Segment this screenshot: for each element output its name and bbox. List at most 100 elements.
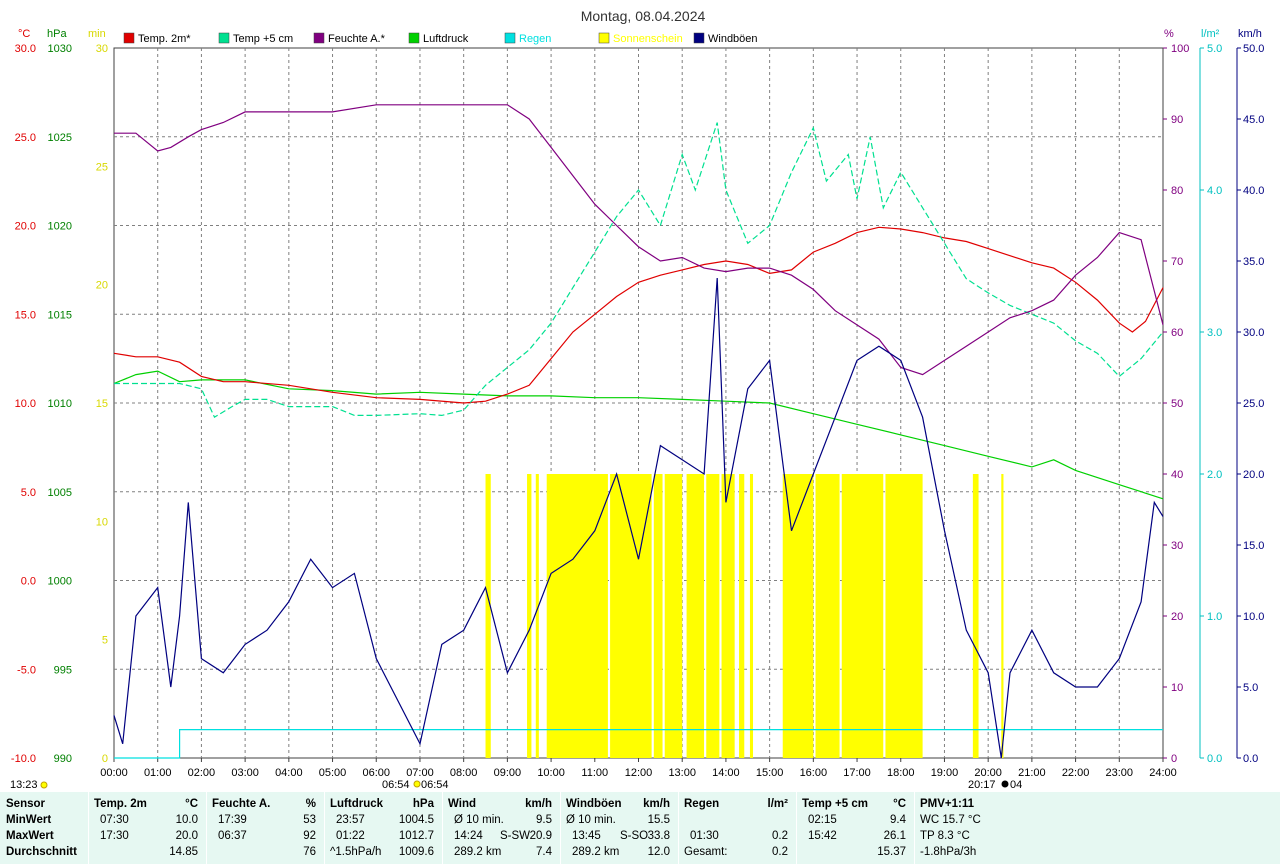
sun-tick-label: 5 xyxy=(102,635,108,647)
stats-regen: Regen l/m² 01:30 0.2 Gesamt: 0.2 xyxy=(684,792,794,864)
time-now: 13:23 xyxy=(10,779,38,791)
humidity-tick-label: 40 xyxy=(1171,469,1183,481)
pressure-tick-label: 1005 xyxy=(48,487,72,499)
legend-label: Luftdruck xyxy=(423,33,469,45)
x-tick-label: 09:00 xyxy=(494,767,522,779)
legend-swatch xyxy=(408,32,420,44)
stats-regen-title: Regen xyxy=(684,798,720,810)
x-tick-label: 21:00 xyxy=(1018,767,1046,779)
sunrise-label: 06:54 xyxy=(382,779,410,791)
unit-temp: °C xyxy=(18,28,30,40)
x-tick-label: 07:00 xyxy=(406,767,434,779)
stats-pmv-pressure-trend: -1.8hPa/3h xyxy=(920,846,977,858)
unit-sun: min xyxy=(88,28,106,40)
sun-tick-label: 30 xyxy=(96,43,108,55)
legend: Temp. 2m* Temp +5 cm Feuchte A.* Luftdruck R… xyxy=(123,32,758,45)
sunshine-bar xyxy=(815,474,840,758)
pressure-tick-label: 1030 xyxy=(48,43,72,55)
sunset-label: 20:17 xyxy=(968,779,996,791)
stats-feuchte-max-time: 06:37 xyxy=(218,830,247,842)
sunshine-bar xyxy=(706,474,720,758)
sunrise-label-2: 06:54 xyxy=(421,779,449,791)
stats-wind-avg: 7.4 xyxy=(536,846,552,858)
x-tick-label: 05:00 xyxy=(319,767,347,779)
stats-row-avg: Durchschnitt xyxy=(6,846,77,858)
x-tick-label: 10:00 xyxy=(537,767,565,779)
stats-feuchte-min: 53 xyxy=(303,814,316,826)
pressure-tick-label: 1010 xyxy=(48,398,72,410)
stats-windboeen-avg-label: Ø 10 min. xyxy=(566,814,616,826)
stats-wind-title: Wind xyxy=(448,798,476,810)
stats-wind-avg10: 9.5 xyxy=(536,814,552,826)
x-tick-label: 03:00 xyxy=(231,767,259,779)
x-tick-label: 15:00 xyxy=(756,767,784,779)
stats-feuchte: Feuchte A.% 17:39 53 06:37 92 76 xyxy=(212,792,322,864)
stats-pmv-title: PMV+1:11 xyxy=(920,798,975,810)
stats-wind-distance: 289.2 km xyxy=(454,846,502,858)
sunshine-bar xyxy=(527,474,532,758)
wind-tick-label: 10.0 xyxy=(1243,611,1264,623)
stats-luftdruck-title: Luftdruck xyxy=(330,798,384,810)
stats-feuchte-max: 92 xyxy=(303,830,316,842)
stats-temp2m-min-time: 07:30 xyxy=(100,814,129,826)
wind-tick-label: 40.0 xyxy=(1243,185,1264,197)
temp-tick-label: 30.0 xyxy=(15,43,36,55)
stats-windboeen-max: 33.8 xyxy=(647,830,670,842)
stats-temp5cm-min-time: 02:15 xyxy=(808,814,837,826)
sunshine-bar xyxy=(686,474,705,758)
stats-windboeen-unit: km/h xyxy=(643,798,670,810)
stats-temp5cm-min: 9.4 xyxy=(890,814,906,826)
legend-swatch xyxy=(598,32,610,44)
x-tick-label: 20:00 xyxy=(974,767,1002,779)
stats-temp5cm-avg: 15.37 xyxy=(877,846,906,858)
sunshine-bar xyxy=(841,474,884,758)
stats-feuchte-unit: % xyxy=(305,798,316,810)
sun-tick-label: 10 xyxy=(96,516,108,528)
wind-tick-label: 50.0 xyxy=(1243,43,1264,55)
humidity-tick-label: 50 xyxy=(1171,398,1183,410)
sunshine-bar xyxy=(485,474,491,758)
legend-swatch xyxy=(504,32,516,44)
temp-tick-label: 5.0 xyxy=(21,487,36,499)
stats-sensor-title: Sensor xyxy=(6,798,45,810)
humidity-tick-label: 80 xyxy=(1171,185,1183,197)
stats-luftdruck-avg: 1009.6 xyxy=(398,846,434,858)
wind-tick-label: 25.0 xyxy=(1243,398,1264,410)
sun-tick-label: 0 xyxy=(102,753,108,765)
humidity-tick-label: 60 xyxy=(1171,327,1183,339)
sunshine-bar xyxy=(535,474,539,758)
sunshine-bar xyxy=(739,474,745,758)
temp-tick-label: 10.0 xyxy=(15,398,36,410)
temp-tick-label: 0.0 xyxy=(21,576,36,588)
humidity-tick-label: 30 xyxy=(1171,540,1183,552)
rain-tick-label: 2.0 xyxy=(1207,469,1222,481)
unit-humidity: % xyxy=(1164,28,1174,40)
legend-swatch xyxy=(693,32,705,44)
stats-regen-total-label: Gesamt: xyxy=(684,846,728,858)
temp-tick-label: -5.0 xyxy=(17,664,36,676)
stats-windboeen-avg: 12.0 xyxy=(647,846,670,858)
x-tick-label: 22:00 xyxy=(1062,767,1090,779)
stats-pmv-windchill: WC 15.7 °C xyxy=(920,814,981,826)
stats-regen-total: 0.2 xyxy=(772,846,788,858)
sunset-label-2: 04 xyxy=(1010,779,1022,791)
humidity-tick-label: 70 xyxy=(1171,256,1183,268)
wind-tick-label: 15.0 xyxy=(1243,540,1264,552)
x-tick-label: 19:00 xyxy=(931,767,959,779)
wind-tick-label: 0.0 xyxy=(1243,753,1258,765)
stats-windboeen-title: Windböen xyxy=(566,798,622,810)
stats-temp2m-min: 10.0 xyxy=(175,814,198,826)
x-tick-label: 17:00 xyxy=(843,767,871,779)
sun-tick-label: 25 xyxy=(96,161,108,173)
rain-tick-label: 3.0 xyxy=(1207,327,1222,339)
statistics-panel: Sensor MinWert MaxWert Durchschnitt Temp… xyxy=(0,792,1280,864)
unit-pressure: hPa xyxy=(47,28,67,40)
stats-row-min: MinWert xyxy=(6,814,52,826)
x-tick-label: 18:00 xyxy=(887,767,915,779)
humidity-tick-label: 10 xyxy=(1171,682,1183,694)
sunshine-bar xyxy=(653,474,663,758)
x-tick-label: 24:00 xyxy=(1149,767,1177,779)
chart-title: Montag, 08.04.2024 xyxy=(581,8,706,24)
legend-swatch xyxy=(218,32,230,44)
legend-label: Temp. 2m* xyxy=(138,33,191,45)
